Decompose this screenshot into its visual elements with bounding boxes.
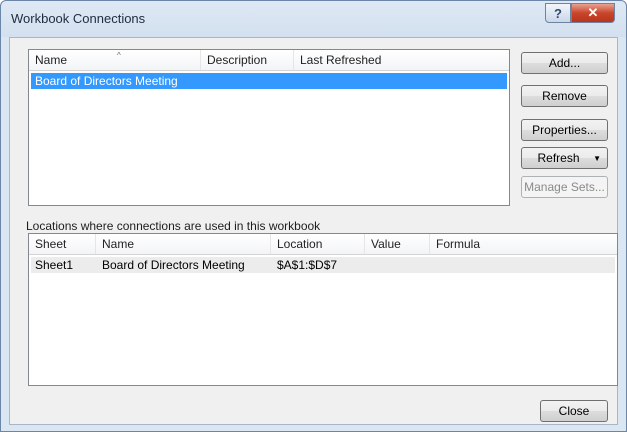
- connection-last-refreshed: [296, 73, 507, 89]
- connection-name: Board of Directors Meeting: [35, 74, 178, 88]
- connections-header: ^ Name Description Last Refreshed: [29, 50, 509, 71]
- connection-description: [203, 73, 296, 89]
- chevron-down-icon[interactable]: ▼: [593, 154, 601, 163]
- add-button[interactable]: Add...: [521, 52, 608, 74]
- sort-ascending-icon: ^: [117, 51, 121, 60]
- manage-sets-button: Manage Sets...: [521, 176, 608, 198]
- dialog-title: Workbook Connections: [11, 11, 146, 26]
- connections-list[interactable]: ^ Name Description Last Refreshed Board …: [28, 49, 510, 206]
- column-header-value[interactable]: Value: [365, 234, 430, 254]
- dialog-body: ^ Name Description Last Refreshed Board …: [9, 37, 618, 425]
- location-row[interactable]: Sheet1 Board of Directors Meeting $A$1:$…: [31, 257, 615, 273]
- location-range: $A$1:$D$7: [277, 258, 338, 272]
- column-header-loc-name[interactable]: Name: [96, 234, 271, 254]
- column-header-formula[interactable]: Formula: [430, 234, 617, 254]
- close-button[interactable]: Close: [540, 400, 608, 422]
- column-header-description[interactable]: Description: [201, 50, 294, 70]
- connection-row[interactable]: Board of Directors Meeting: [31, 73, 507, 89]
- remove-button[interactable]: Remove: [521, 85, 608, 107]
- column-header-name[interactable]: ^ Name: [29, 50, 201, 70]
- refresh-label: Refresh: [537, 151, 580, 165]
- column-header-sheet[interactable]: Sheet: [29, 234, 96, 254]
- help-button[interactable]: ?: [545, 3, 571, 23]
- column-header-last-refreshed[interactable]: Last Refreshed: [294, 50, 509, 70]
- refresh-button[interactable]: Refresh ▼: [521, 147, 608, 169]
- column-header-location[interactable]: Location: [271, 234, 365, 254]
- location-sheet: Sheet1: [35, 258, 74, 272]
- location-value: [367, 257, 432, 273]
- properties-button[interactable]: Properties...: [521, 119, 608, 141]
- workbook-connections-dialog: Workbook Connections ? ✕ ^ Name Descript…: [0, 0, 627, 432]
- location-formula: [432, 257, 615, 273]
- locations-header: Sheet Name Location Value Formula: [29, 234, 617, 255]
- location-connection-name: Board of Directors Meeting: [102, 258, 245, 272]
- locations-label: Locations where connections are used in …: [26, 219, 321, 233]
- locations-list[interactable]: Sheet Name Location Value Formula Sheet1…: [28, 233, 618, 386]
- help-icon: ?: [554, 5, 562, 21]
- close-window-button[interactable]: ✕: [571, 3, 615, 23]
- close-icon: ✕: [587, 5, 599, 20]
